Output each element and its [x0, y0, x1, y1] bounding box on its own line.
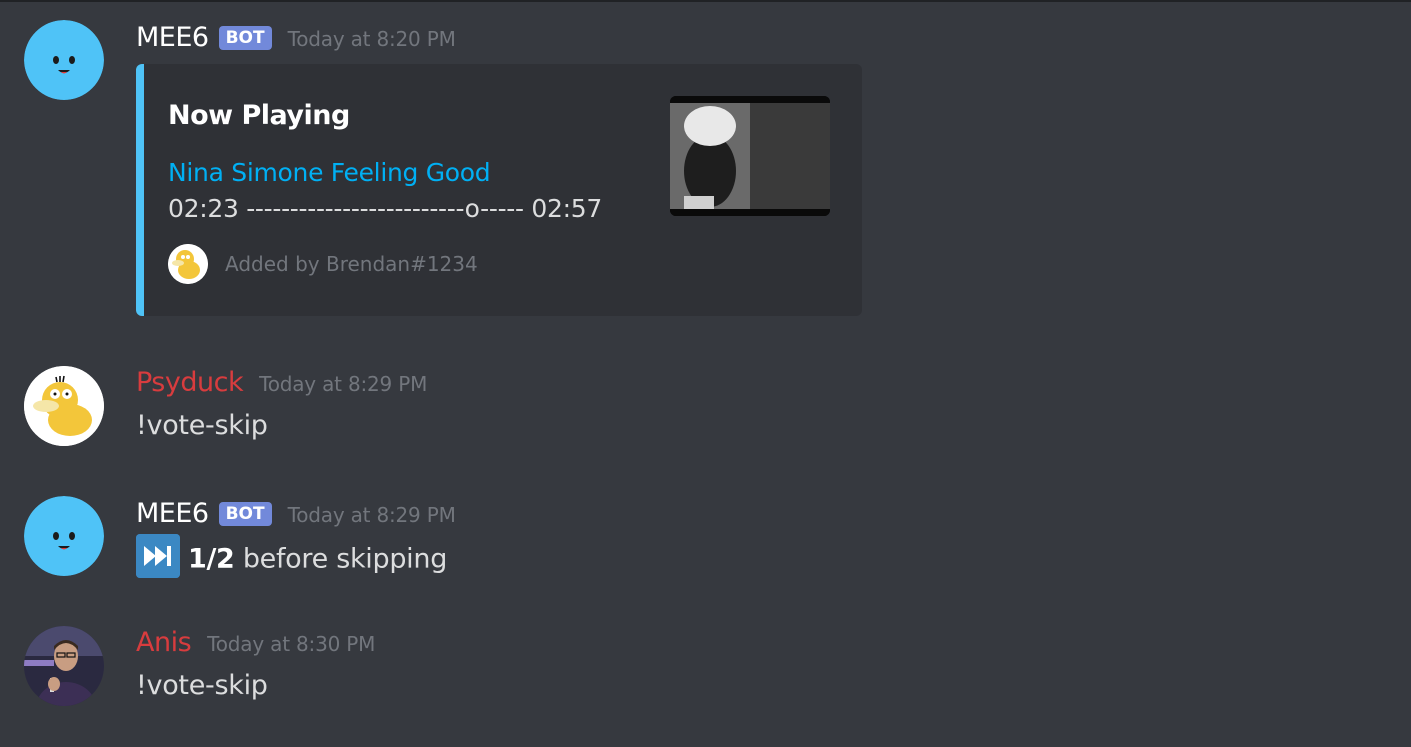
author-name[interactable]: Anis: [136, 627, 192, 658]
timestamp[interactable]: Today at 8:29 PM: [259, 372, 427, 396]
message-text: !vote-skip: [136, 670, 268, 701]
author-name[interactable]: MEE6: [136, 22, 209, 53]
vote-text: before skipping: [234, 543, 448, 575]
timestamp[interactable]: Today at 8:29 PM: [288, 503, 456, 527]
timestamp[interactable]: Today at 8:30 PM: [207, 632, 375, 656]
message-header: Psyduck Today at 8:29 PM: [136, 367, 427, 399]
message-header: MEE6 BOT Today at 8:29 PM: [136, 498, 456, 530]
mee6-avatar[interactable]: [24, 496, 104, 576]
mee6-avatar[interactable]: [24, 20, 104, 100]
psyduck-avatar[interactable]: [24, 366, 104, 446]
embed-title: Now Playing: [168, 100, 350, 131]
anis-avatar[interactable]: [24, 626, 104, 706]
message-text: 1/2 before skipping: [136, 534, 448, 582]
author-name[interactable]: MEE6: [136, 498, 209, 529]
top-divider: [0, 0, 1411, 2]
mee6-face-icon: [24, 496, 104, 576]
mee6-face-icon: [24, 20, 104, 100]
message-header: Anis Today at 8:30 PM: [136, 627, 375, 659]
bot-badge: BOT: [218, 26, 272, 50]
footer-psyduck-avatar: [168, 244, 208, 284]
message-text: !vote-skip: [136, 410, 268, 441]
song-progress: 02:23 -------------------------o----- 02…: [168, 194, 602, 223]
bot-badge: BOT: [218, 502, 272, 526]
message-header: MEE6 BOT Today at 8:20 PM: [136, 22, 456, 54]
now-playing-embed: Now Playing Nina Simone Feeling Good 02:…: [136, 64, 862, 316]
author-name[interactable]: Psyduck: [136, 367, 244, 398]
song-thumbnail[interactable]: [670, 96, 830, 216]
vote-count: 1/2: [188, 543, 235, 575]
psyduck-icon: [24, 366, 104, 446]
song-link[interactable]: Nina Simone Feeling Good: [168, 158, 491, 187]
next-track-icon: [136, 534, 180, 578]
embed-accent-bar: [136, 64, 144, 316]
timestamp[interactable]: Today at 8:20 PM: [288, 27, 456, 51]
anis-photo-icon: [24, 626, 104, 706]
embed-footer: Added by Brendan#1234: [225, 252, 478, 276]
